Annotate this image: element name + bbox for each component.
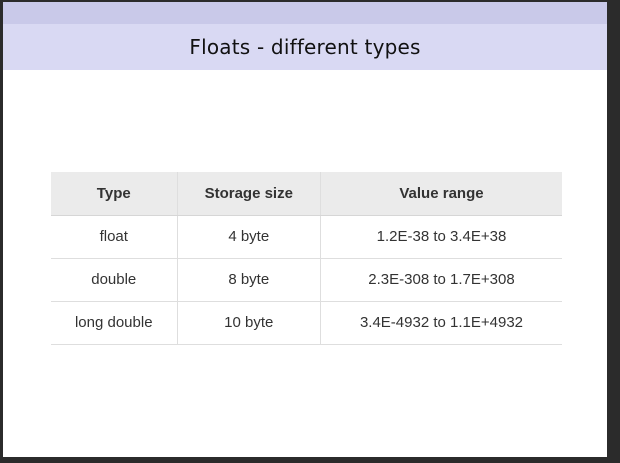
cell-type: double <box>51 258 178 302</box>
header-storage-size: Storage size <box>177 172 321 216</box>
cell-type: long double <box>51 301 178 345</box>
table-row: long double 10 byte 3.4E-4932 to 1.1E+49… <box>51 301 562 345</box>
cell-value-range: 2.3E-308 to 1.7E+308 <box>320 258 562 302</box>
table-row: float 4 byte 1.2E-38 to 3.4E+38 <box>51 215 562 259</box>
cell-storage-size: 4 byte <box>177 215 321 259</box>
slide: Floats - different types Type Storage si… <box>3 2 607 457</box>
header-value-range: Value range <box>320 172 562 216</box>
cell-value-range: 1.2E-38 to 3.4E+38 <box>320 215 562 259</box>
cell-storage-size: 10 byte <box>177 301 321 345</box>
slide-top-band <box>3 2 607 24</box>
cell-type: float <box>51 215 178 259</box>
table-row: double 8 byte 2.3E-308 to 1.7E+308 <box>51 258 562 302</box>
cell-storage-size: 8 byte <box>177 258 321 302</box>
cell-value-range: 3.4E-4932 to 1.1E+4932 <box>320 301 562 345</box>
slide-title: Floats - different types <box>189 35 421 59</box>
slide-title-bar: Floats - different types <box>3 24 607 70</box>
float-types-table: Type Storage size Value range float 4 by… <box>51 172 562 345</box>
header-type: Type <box>51 172 178 216</box>
table-header-row: Type Storage size Value range <box>51 172 562 216</box>
